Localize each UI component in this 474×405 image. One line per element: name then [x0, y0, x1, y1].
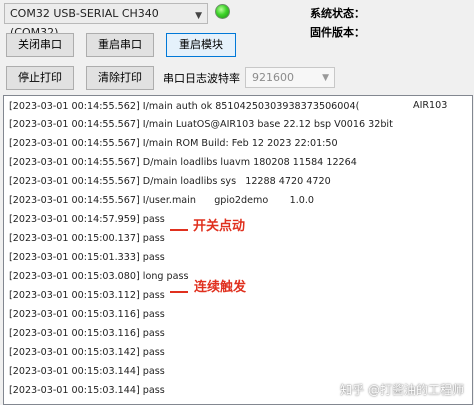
annotation-underline — [170, 229, 188, 231]
log-line: [2023-03-01 00:14:55.567] D/main loadlib… — [9, 176, 331, 187]
log-line-suffix: AIR103 — [413, 100, 448, 111]
log-line: [2023-03-01 00:15:01.333] pass — [9, 252, 165, 263]
log-line: [2023-03-01 00:15:03.112] pass — [9, 290, 165, 301]
log-line: [2023-03-01 00:14:55.567] I/main ROM Bui… — [9, 138, 338, 149]
log-line: [2023-03-01 00:15:03.080] long pass — [9, 271, 189, 282]
log-line: [2023-03-01 00:15:03.116] pass — [9, 328, 165, 339]
firmware-version-label: 固件版本： — [310, 26, 365, 39]
port-select[interactable]: COM32 USB-SERIAL CH340 (COM32) ▼ — [4, 3, 208, 39]
log-line: [2023-03-01 00:15:03.144] pass — [9, 366, 165, 377]
log-line: [2023-03-01 00:14:55.567] I/main LuatOS@… — [9, 119, 393, 130]
log-line: [2023-03-01 00:14:57.959] pass — [9, 214, 165, 225]
baud-rate-label: 串口日志波特率 — [163, 72, 240, 85]
connection-status-led — [215, 4, 230, 19]
stop-print-button[interactable]: 停止打印 — [6, 66, 74, 90]
baud-rate-value: 921600 — [252, 71, 294, 84]
watermark: 知乎 @打酱油的工程师 — [340, 383, 464, 397]
log-line: [2023-03-01 00:14:55.567] D/main loadlib… — [9, 157, 357, 168]
clear-print-button[interactable]: 清除打印 — [86, 66, 154, 90]
log-line: [2023-03-01 00:14:55.567] I/user.main gp… — [9, 195, 314, 206]
baud-rate-select[interactable]: 921600 ▼ — [245, 67, 335, 88]
log-line: [2023-03-01 00:15:03.116] pass — [9, 309, 165, 320]
restart-port-button[interactable]: 重启串口 — [86, 33, 154, 57]
system-status-label: 系统状态： — [310, 7, 365, 20]
annotation-continuous: 连续触发 — [194, 280, 247, 295]
restart-module-button[interactable]: 重启模块 — [166, 33, 236, 57]
log-line: [2023-03-01 00:14:55.562] I/main auth ok… — [9, 101, 360, 112]
log-line: [2023-03-01 00:15:03.144] pass — [9, 385, 165, 396]
serial-log-area[interactable]: [2023-03-01 00:14:55.562] I/main auth ok… — [3, 95, 473, 405]
log-line: [2023-03-01 00:15:00.137] pass — [9, 233, 165, 244]
chevron-down-icon: ▼ — [195, 11, 202, 21]
annotation-switch-click: 开关点动 — [193, 219, 246, 234]
log-line: [2023-03-01 00:15:03.142] pass — [9, 347, 165, 358]
annotation-underline — [170, 291, 188, 293]
close-port-button[interactable]: 关闭串口 — [6, 33, 74, 57]
chevron-down-icon: ▼ — [322, 73, 329, 83]
